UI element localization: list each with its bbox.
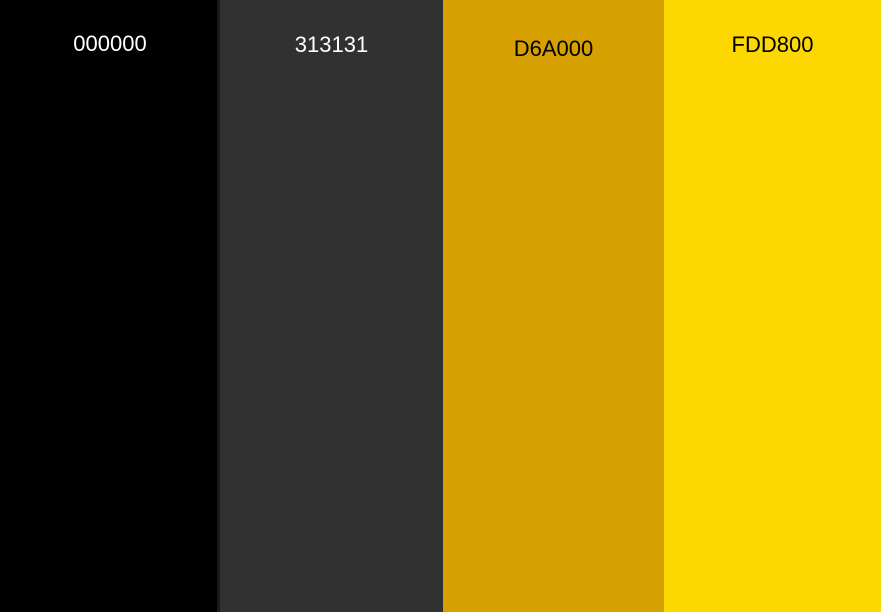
swatch-hex-label: D6A000 [513,36,594,61]
color-swatch-d6a000: D6A000 [443,0,664,612]
swatch-hex-label: 313131 [294,32,369,57]
color-swatch-000000: 000000 [0,0,220,612]
swatch-hex-label: 000000 [73,31,147,56]
color-swatch-fdd800: FDD800 [664,0,881,612]
color-palette: 000000 313131 D6A000 FDD800 [0,0,881,612]
swatch-hex-label: FDD800 [731,32,814,57]
color-swatch-313131: 313131 [220,0,443,612]
